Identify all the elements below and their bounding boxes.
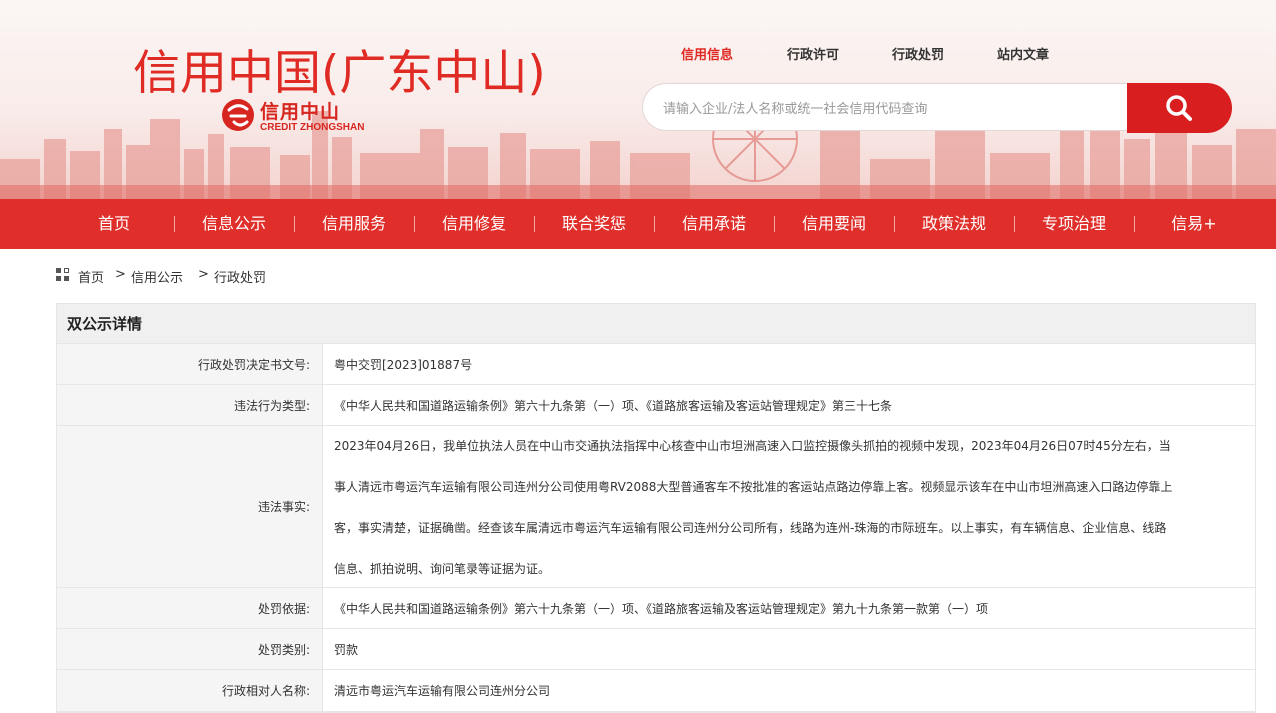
nav-item-home[interactable]: 首页 bbox=[54, 199, 174, 249]
fact-line: 信息、抓拍说明、询问笔录等证据为证。 bbox=[334, 562, 551, 576]
row-label: 违法事实: bbox=[57, 426, 323, 587]
logo-mark-icon bbox=[222, 99, 254, 131]
top-link-site-articles[interactable]: 站内文章 bbox=[997, 44, 1049, 63]
nav-item-credit-service[interactable]: 信用服务 bbox=[294, 199, 414, 249]
row-label: 行政处罚决定书文号: bbox=[57, 344, 323, 384]
detail-row-penalty-category: 处罚类别: 罚款 bbox=[57, 629, 1255, 670]
nav-item-joint-reward-punish[interactable]: 联合奖惩 bbox=[534, 199, 654, 249]
detail-panel: 双公示详情 行政处罚决定书文号: 粤中交罚[2023]01887号 违法行为类型… bbox=[56, 303, 1256, 713]
nav-item-credit-news[interactable]: 信用要闻 bbox=[774, 199, 894, 249]
row-value-multiline: 2023年04月26日，我单位执法人员在中山市交通执法指挥中心核查中山市坦洲高速… bbox=[334, 426, 1246, 587]
nav-item-credit-repair[interactable]: 信用修复 bbox=[414, 199, 534, 249]
row-value: 清远市粤运汽车运输有限公司连州分公司 bbox=[334, 684, 551, 698]
nav-item-policy-regulation[interactable]: 政策法规 bbox=[894, 199, 1014, 249]
credit-zhongshan-logo[interactable]: 信用中山 CREDIT ZHONGSHAN bbox=[220, 96, 380, 136]
top-link-credit-info[interactable]: 信用信息 bbox=[681, 44, 733, 63]
site-title: 信用中国(广东中山) bbox=[133, 46, 546, 101]
fact-line: 事人清远市粤运汽车运输有限公司连州分公司使用粤RV2088大型普通客车不按批准的… bbox=[334, 480, 1173, 494]
breadcrumb-home[interactable]: 首页 bbox=[78, 267, 104, 286]
breadcrumb-separator: > bbox=[198, 267, 209, 282]
row-label: 处罚类别: bbox=[57, 629, 323, 669]
breadcrumb-credit-disclosure[interactable]: 信用公示 bbox=[131, 267, 183, 286]
panel-title: 双公示详情 bbox=[57, 304, 1255, 344]
row-value: 《中华人民共和国道路运输条例》第六十九条第（一）项、《道路旅客运输及客运站管理规… bbox=[334, 398, 893, 413]
breadcrumb-admin-penalty: 行政处罚 bbox=[214, 271, 267, 286]
search-button[interactable] bbox=[1127, 83, 1232, 133]
logo-text-cn: 信用中山 bbox=[260, 101, 341, 123]
main-nav: 首页 信息公示 信用服务 信用修复 联合奖惩 信用承诺 信用要闻 政策法规 专项… bbox=[0, 199, 1276, 249]
nav-item-info-disclosure[interactable]: 信息公示 bbox=[174, 199, 294, 249]
fact-line: 2023年04月26日，我单位执法人员在中山市交通执法指挥中心核查中山市坦洲高速… bbox=[334, 439, 1171, 453]
row-label: 违法行为类型: bbox=[57, 385, 323, 425]
search-input[interactable] bbox=[661, 96, 1125, 122]
fact-line: 客，事实清楚，证据确凿。经查该车属清远市粤运汽车运输有限公司连州分公司所有，线路… bbox=[334, 521, 1167, 535]
nav-item-credit-commitment[interactable]: 信用承诺 bbox=[654, 199, 774, 249]
top-link-admin-license[interactable]: 行政许可 bbox=[787, 44, 839, 63]
search-bar bbox=[642, 83, 1232, 133]
row-value: 粤中交罚[2023]01887号 bbox=[334, 357, 473, 372]
search-box bbox=[642, 83, 1128, 131]
row-value: 《中华人民共和国道路运输条例》第六十九条第（一）项、《道路旅客运输及客运站管理规… bbox=[334, 601, 989, 616]
detail-row-violation-facts: 违法事实: 2023年04月26日，我单位执法人员在中山市交通执法指挥中心核查中… bbox=[57, 426, 1255, 588]
detail-row-penalty-basis: 处罚依据: 《中华人民共和国道路运输条例》第六十九条第（一）项、《道路旅客运输及… bbox=[57, 588, 1255, 629]
row-value: 罚款 bbox=[334, 642, 359, 657]
row-label: 处罚依据: bbox=[57, 588, 323, 628]
detail-row-decision-number: 行政处罚决定书文号: 粤中交罚[2023]01887号 bbox=[57, 344, 1255, 385]
top-link-admin-penalty[interactable]: 行政处罚 bbox=[892, 44, 944, 63]
search-icon bbox=[1166, 95, 1192, 121]
breadcrumb-separator: > bbox=[115, 267, 126, 282]
site-header: 信用中国(广东中山) 信用中山 CREDIT ZHONGSHAN 信用信息 行政… bbox=[0, 0, 1276, 199]
row-label: 行政相对人名称: bbox=[57, 670, 323, 711]
detail-row-violation-type: 违法行为类型: 《中华人民共和国道路运输条例》第六十九条第（一）项、《道路旅客运… bbox=[57, 385, 1255, 426]
detail-row-counterparty-name: 行政相对人名称: 清远市粤运汽车运输有限公司连州分公司 bbox=[57, 670, 1255, 712]
nav-item-special-governance[interactable]: 专项治理 bbox=[1014, 199, 1134, 249]
grid-icon bbox=[56, 268, 69, 281]
nav-item-xinyi-plus[interactable]: 信易+ bbox=[1134, 199, 1254, 249]
logo-text-en: CREDIT ZHONGSHAN bbox=[260, 122, 365, 133]
